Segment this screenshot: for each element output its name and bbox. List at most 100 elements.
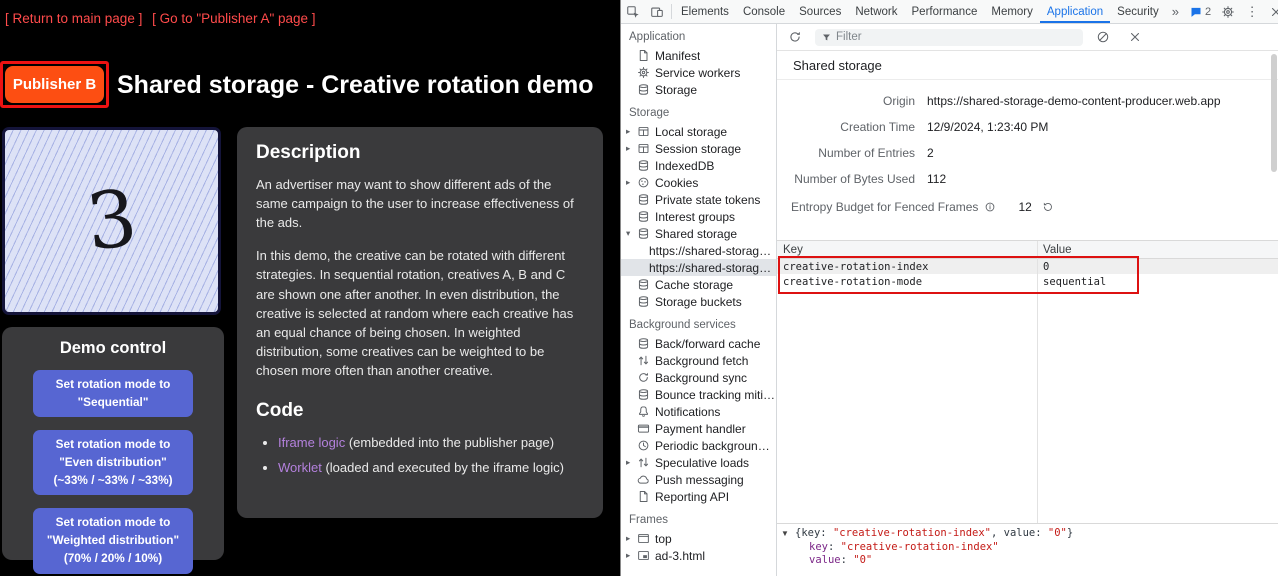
description-paragraph-2: In this demo, the creative can be rotate…: [256, 246, 584, 380]
sidebar-item-local-storage[interactable]: ▸Local storage: [621, 123, 776, 140]
arrows-up-down-icon: [637, 354, 650, 367]
preview-summary-open: {key:: [795, 527, 833, 539]
cookie-icon: [637, 176, 650, 189]
sidebar-item-service-workers[interactable]: Service workers: [621, 64, 776, 81]
sidebar-item-periodic-background-s[interactable]: Periodic background s…: [621, 437, 776, 454]
refresh-icon[interactable]: [783, 30, 807, 44]
preview-object-summary[interactable]: ▼{key: "creative-rotation-index", value:…: [781, 527, 1274, 541]
rotation-mode-button-1[interactable]: Set rotation mode to "Sequential": [33, 370, 193, 417]
sidebar-item-label: Interest groups: [655, 210, 735, 224]
prop-separator: :: [828, 541, 841, 553]
expand-triangle-icon[interactable]: ▼: [781, 527, 795, 541]
publisher-b-button[interactable]: Publisher B: [5, 66, 104, 103]
sidebar-item-session-storage[interactable]: ▸ Session storage: [621, 140, 776, 157]
metadata-value: 12/9/2024, 1:23:40 PM: [927, 120, 1048, 134]
sidebar-item-manifest[interactable]: Manifest: [621, 47, 776, 64]
sidebar-item-background-fetch[interactable]: Background fetch: [621, 352, 776, 369]
reset-budget-icon[interactable]: [1042, 201, 1054, 213]
sidebar-item-https-shared-storage-d[interactable]: https://shared-storage-d…: [621, 242, 776, 259]
sidebar-item-https-shared-storage-d[interactable]: https://shared-storage-d…: [621, 259, 776, 276]
sidebar-item-background-sync[interactable]: Background sync: [621, 369, 776, 386]
table-rows: creative-rotation-index0creative-rotatio…: [777, 259, 1278, 289]
table-cell-value: 0: [1037, 261, 1278, 273]
sidebar-section-storage: Storage: [621, 98, 776, 123]
sidebar-item-interest-groups[interactable]: Interest groups: [621, 208, 776, 225]
sidebar-item-back-forward-cache[interactable]: Back/forward cache: [621, 335, 776, 352]
top-links: [ Return to main page ] [ Go to "Publish…: [5, 11, 322, 26]
settings-gear-icon[interactable]: [1216, 5, 1240, 19]
expander-icon[interactable]: ▸: [626, 143, 637, 154]
value-column-header[interactable]: Value: [1037, 244, 1278, 256]
sidebar-item-label: Storage: [655, 83, 697, 97]
sidebar-item-label: Session storage: [655, 142, 741, 156]
tab-console[interactable]: Console: [736, 0, 792, 23]
sidebar-item-cookies[interactable]: ▸Cookies: [621, 174, 776, 191]
issues-badge[interactable]: 2: [1185, 6, 1216, 18]
demo-control-panel: Demo control Set rotation mode to "Seque…: [2, 327, 224, 560]
sidebar-item-push-messaging[interactable]: Push messaging: [621, 471, 776, 488]
tab-security[interactable]: Security: [1110, 0, 1166, 23]
publisher-a-page-link[interactable]: [ Go to "Publisher A" page ]: [152, 11, 315, 26]
prop-name: value: [809, 554, 841, 566]
table-row[interactable]: creative-rotation-index0: [777, 259, 1278, 274]
shared-storage-metadata: Originhttps://shared-storage-demo-conten…: [777, 80, 1278, 228]
sidebar-item-top[interactable]: ▸top: [621, 530, 776, 547]
metadata-label: Number of Entries: [783, 146, 915, 160]
sidebar-item-storage-buckets[interactable]: Storage buckets: [621, 293, 776, 310]
database-icon: [637, 337, 650, 350]
sidebar-item-notifications[interactable]: Notifications: [621, 403, 776, 420]
sidebar-item-payment-handler[interactable]: Payment handler: [621, 420, 776, 437]
table-cell-key: creative-rotation-index: [777, 261, 1037, 273]
metadata-row: Originhttps://shared-storage-demo-conten…: [783, 88, 1278, 114]
devtools-tab-bar: ElementsConsoleSourcesNetworkPerformance…: [621, 0, 1278, 24]
clear-all-icon[interactable]: [1091, 30, 1115, 44]
code-list: Iframe logic (embedded into the publishe…: [258, 433, 584, 477]
rotation-mode-button-3[interactable]: Set rotation mode to "Weighted distribut…: [33, 508, 193, 573]
device-toolbar-icon[interactable]: [645, 0, 669, 23]
sidebar-item-shared-storage[interactable]: ▾Shared storage: [621, 225, 776, 242]
code-link-rest: (loaded and executed by the iframe logic…: [322, 460, 564, 475]
sidebar-item-storage[interactable]: Storage: [621, 81, 776, 98]
issues-count: 2: [1205, 6, 1211, 18]
table-header[interactable]: Key Value: [777, 241, 1278, 259]
kebab-menu-icon[interactable]: ⋮: [1240, 4, 1264, 20]
sidebar-item-indexeddb[interactable]: IndexedDB: [621, 157, 776, 174]
column-divider[interactable]: [1037, 241, 1038, 530]
table-row[interactable]: creative-rotation-modesequential: [777, 274, 1278, 289]
sidebar-item-reporting-api[interactable]: Reporting API: [621, 488, 776, 505]
code-link[interactable]: Iframe logic: [278, 435, 345, 450]
expander-icon[interactable]: ▸: [626, 177, 637, 188]
tab-elements[interactable]: Elements: [674, 0, 736, 23]
vertical-scrollbar[interactable]: [1271, 54, 1277, 172]
return-main-page-link[interactable]: [ Return to main page ]: [5, 11, 142, 26]
sidebar-item-ad-3-html[interactable]: ▸ad-3.html: [621, 547, 776, 564]
delete-selected-icon[interactable]: [1123, 30, 1147, 44]
sidebar-item-bounce-tracking-mitiga[interactable]: Bounce tracking mitiga…: [621, 386, 776, 403]
filter-input[interactable]: Filter: [815, 29, 1083, 46]
key-column-header[interactable]: Key: [777, 244, 1037, 256]
document-icon: [637, 490, 650, 503]
close-devtools-icon[interactable]: [1264, 5, 1278, 19]
description-heading: Description: [256, 142, 584, 164]
more-tabs-button[interactable]: »: [1166, 0, 1185, 23]
expander-icon[interactable]: ▸: [626, 126, 637, 137]
sidebar-item-cache-storage[interactable]: Cache storage: [621, 276, 776, 293]
expander-icon[interactable]: ▸: [626, 457, 637, 468]
expander-icon[interactable]: ▾: [626, 228, 637, 239]
tab-network[interactable]: Network: [848, 0, 904, 23]
metadata-label: Creation Time: [783, 120, 915, 134]
rotation-mode-button-2[interactable]: Set rotation mode to "Even distribution"…: [33, 430, 193, 495]
info-icon[interactable]: [984, 201, 996, 213]
expander-icon[interactable]: ▸: [626, 550, 637, 561]
inspect-element-icon[interactable]: [621, 0, 645, 23]
tab-application[interactable]: Application: [1040, 0, 1110, 23]
expander-icon[interactable]: ▸: [626, 533, 637, 544]
sidebar-item-private-state-tokens[interactable]: Private state tokens: [621, 191, 776, 208]
sidebar-item-speculative-loads[interactable]: ▸Speculative loads: [621, 454, 776, 471]
tab-memory[interactable]: Memory: [984, 0, 1040, 23]
devtools-panel: ElementsConsoleSourcesNetworkPerformance…: [620, 0, 1278, 576]
tab-performance[interactable]: Performance: [905, 0, 985, 23]
code-link[interactable]: Worklet: [278, 460, 322, 475]
tab-sources[interactable]: Sources: [792, 0, 848, 23]
metadata-row: Number of Entries2: [783, 140, 1278, 166]
